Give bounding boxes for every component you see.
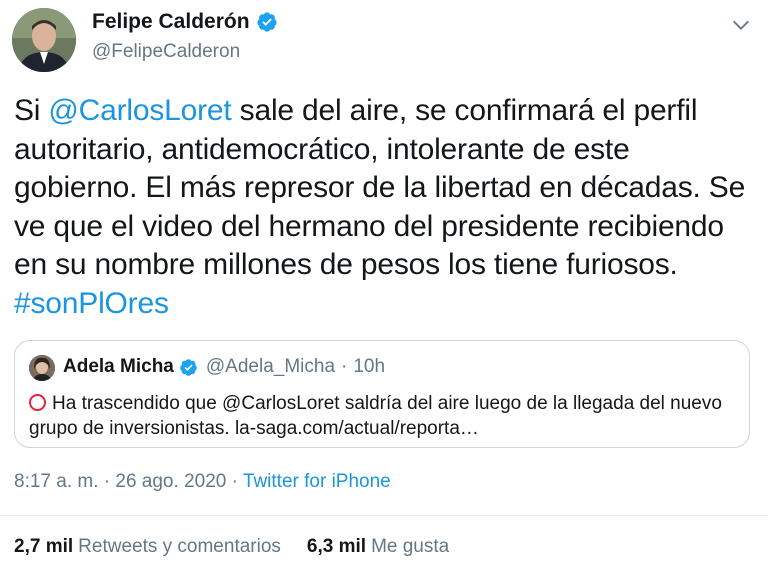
author-name[interactable]: Felipe Calderón <box>92 10 250 34</box>
mention-link[interactable]: @CarlosLoret <box>48 94 231 127</box>
quoted-tweet[interactable]: Adela Micha @Adela_Micha · 10h Ha trasce… <box>14 340 750 448</box>
verified-badge-icon <box>180 358 197 376</box>
source-app-link[interactable]: Twitter for iPhone <box>243 471 391 492</box>
likes-label: Me gusta <box>371 536 450 557</box>
tweet-stats: 2,7 mil Retweets y comentarios 6,3 mil M… <box>14 536 449 558</box>
tweet-time[interactable]: 8:17 a. m. <box>14 471 99 492</box>
separator-dot: · <box>341 356 348 377</box>
tweet-card: Felipe Calderón @FelipeCalderon Si @Carl… <box>0 0 768 576</box>
quoted-author-handle: @Adela_Micha <box>205 356 336 377</box>
quoted-text-container: Ha trascendido que @CarlosLoret saldría … <box>29 391 744 441</box>
quoted-author-name: Adela Micha <box>63 356 174 377</box>
red-circle-icon <box>29 394 46 411</box>
tweet-meta: 8:17 a. m. · 26 ago. 2020 · Twitter for … <box>14 471 391 493</box>
tweet-text-segment: Si <box>14 94 49 127</box>
quoted-text: Ha trascendido que @CarlosLoret saldría … <box>29 393 722 439</box>
tweet-text: Si @CarlosLoret sale del aire, se confir… <box>14 92 754 323</box>
tweet-date[interactable]: 26 ago. 2020 <box>115 471 226 492</box>
likes-count: 6,3 mil <box>306 536 367 557</box>
quoted-avatar[interactable] <box>29 355 55 381</box>
retweets-label: Retweets y comentarios <box>78 536 281 557</box>
retweets-count: 2,7 mil <box>14 536 74 557</box>
divider <box>0 515 768 516</box>
author-avatar[interactable] <box>12 8 76 72</box>
hashtag-link[interactable]: #sonPlOres <box>14 287 169 320</box>
author-handle[interactable]: @FelipeCalderon <box>92 41 240 63</box>
chevron-down-icon[interactable] <box>730 14 752 36</box>
likes-stat[interactable]: 6,3 mil Me gusta <box>307 536 449 558</box>
quoted-time: 10h <box>353 356 386 377</box>
verified-badge-icon <box>256 12 277 32</box>
separator-dot: · <box>103 471 111 492</box>
separator-dot: · <box>231 471 238 492</box>
retweets-stat[interactable]: 2,7 mil Retweets y comentarios <box>14 536 281 558</box>
